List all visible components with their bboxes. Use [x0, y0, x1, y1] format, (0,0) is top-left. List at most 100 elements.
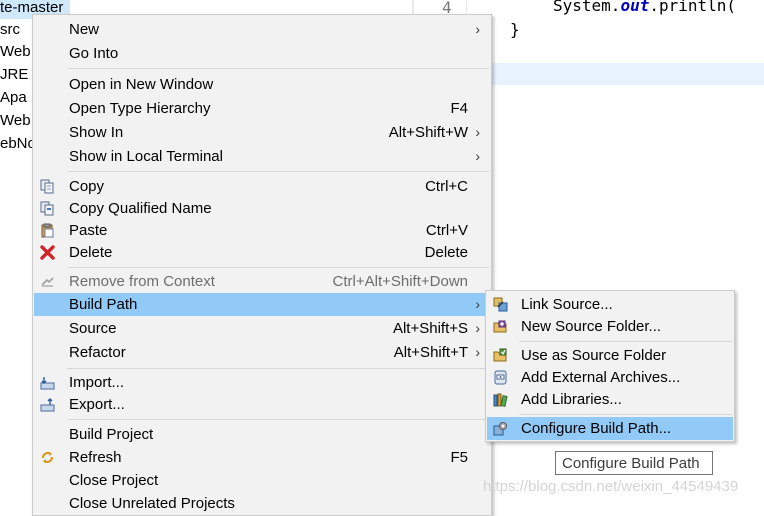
menu-item-refactor[interactable]: Refactor Alt+Shift+T › — [34, 341, 490, 364]
menu-item-build-path[interactable]: Build Path › — [34, 293, 490, 316]
current-line-highlight — [467, 63, 764, 85]
code-line: System.out.println( — [553, 0, 736, 15]
watermark: https://blog.csdn.net/weixin_44549439 — [483, 478, 739, 495]
submenu-arrow-icon: › — [475, 344, 480, 360]
menu-item-label: Close Project — [69, 472, 159, 489]
menu-item-label: Close Unrelated Projects — [69, 495, 235, 512]
submenu-item-use-as-source-folder[interactable]: Use as Source Folder — [487, 344, 733, 367]
menu-item-label: Copy — [69, 178, 105, 195]
menu-item-label: Build Path — [69, 296, 138, 313]
menu-item-label: Refresh — [69, 449, 122, 466]
menu-item-label: Refactor — [69, 344, 126, 361]
submenu-item-add-libraries[interactable]: Add Libraries... — [487, 388, 733, 411]
tree-item-web[interactable]: Web — [0, 41, 31, 63]
tree-item-apache[interactable]: Apa — [0, 87, 27, 109]
tree-item-label: Web — [0, 43, 31, 60]
menu-item-go-into[interactable]: Go Into — [34, 42, 490, 65]
submenu-item-configure-build-path[interactable]: Configure Build Path... — [487, 417, 733, 440]
tooltip: Configure Build Path — [555, 451, 713, 475]
menu-item-show-in[interactable]: Show In Alt+Shift+W › — [34, 121, 490, 144]
menu-item-label: Open in New Window — [69, 76, 214, 93]
import-icon — [40, 377, 55, 390]
menu-item-copy-qualified-name[interactable]: Copy Qualified Name — [34, 197, 490, 220]
menu-item-label: Link Source... — [521, 296, 613, 313]
menu-item-export[interactable]: Export... — [34, 393, 490, 416]
delete-icon — [40, 245, 55, 260]
remove-from-context-icon — [41, 277, 54, 287]
menu-item-shortcut: F5 — [450, 449, 468, 466]
link-source-icon — [493, 297, 508, 312]
menu-item-remove-from-context[interactable]: Remove from Context Ctrl+Alt+Shift+Down — [34, 270, 490, 293]
menu-item-close-unrelated-projects[interactable]: Close Unrelated Projects — [34, 492, 490, 515]
menu-item-label: Copy Qualified Name — [69, 200, 212, 217]
menu-separator — [67, 171, 489, 172]
menu-item-label: Delete — [69, 244, 113, 261]
menu-item-label: Show In — [69, 124, 124, 141]
code-keyword: out — [620, 0, 650, 15]
menu-item-label: Source — [69, 320, 117, 337]
menu-separator — [519, 341, 732, 342]
menu-item-label: Go Into — [69, 45, 119, 62]
configure-build-path-icon — [493, 422, 507, 436]
menu-item-copy[interactable]: Copy Ctrl+C — [34, 175, 490, 198]
menu-item-shortcut: Delete — [424, 244, 468, 261]
menu-separator — [67, 368, 489, 369]
tree-item-label: Web — [0, 112, 31, 129]
tree-item-webnode[interactable]: ebNo — [0, 133, 36, 155]
menu-item-source[interactable]: Source Alt+Shift+S › — [34, 317, 490, 340]
submenu-arrow-icon: › — [475, 124, 480, 140]
tree-item-label: ebNo — [0, 135, 36, 152]
tree-item-src[interactable]: src — [0, 19, 20, 41]
menu-item-label: Add Libraries... — [521, 391, 622, 408]
build-path-submenu: Link Source... New Source Folder... Use … — [485, 290, 735, 442]
menu-item-close-project[interactable]: Close Project — [34, 469, 490, 492]
menu-item-label: New — [69, 21, 100, 38]
menu-item-open-in-new-window[interactable]: Open in New Window — [34, 73, 490, 96]
add-libraries-icon — [493, 393, 508, 407]
menu-item-label: Build Project — [69, 426, 154, 443]
menu-item-shortcut: Ctrl+Alt+Shift+Down — [332, 273, 468, 290]
tree-item-label: Apa — [0, 89, 27, 106]
copy-icon — [40, 179, 54, 194]
submenu-arrow-icon: › — [475, 148, 480, 164]
menu-item-paste[interactable]: Paste Ctrl+V — [34, 219, 490, 242]
menu-item-label: Use as Source Folder — [521, 347, 667, 364]
tree-item-label: src — [0, 21, 20, 38]
submenu-arrow-icon: › — [475, 296, 480, 312]
menu-item-delete[interactable]: Delete Delete — [34, 241, 490, 264]
submenu-arrow-icon: › — [475, 320, 480, 336]
menu-item-show-in-local-terminal[interactable]: Show in Local Terminal › — [34, 145, 490, 168]
code-text: System. — [553, 0, 621, 15]
export-icon — [40, 398, 55, 412]
tree-item-web-2[interactable]: Web — [0, 110, 31, 132]
menu-item-label: Paste — [69, 222, 108, 239]
submenu-item-link-source[interactable]: Link Source... — [487, 293, 733, 316]
code-text: .println( — [649, 0, 737, 15]
menu-item-shortcut: Alt+Shift+T — [393, 344, 468, 361]
context-menu: New › Go Into Open in New Window Open Ty… — [32, 14, 492, 516]
menu-item-refresh[interactable]: Refresh F5 — [34, 446, 490, 469]
menu-item-new[interactable]: New › — [34, 18, 490, 41]
menu-item-shortcut: Ctrl+C — [425, 178, 468, 195]
refresh-icon — [41, 451, 54, 464]
menu-item-label: Open Type Hierarchy — [69, 100, 211, 117]
submenu-item-new-source-folder[interactable]: New Source Folder... — [487, 315, 733, 338]
submenu-arrow-icon: › — [475, 21, 480, 37]
menu-item-import[interactable]: Import... — [34, 371, 490, 394]
menu-item-shortcut: Alt+Shift+S — [392, 320, 468, 337]
copy-qualified-name-icon — [40, 201, 54, 216]
menu-item-label: New Source Folder... — [521, 318, 662, 335]
menu-separator — [67, 267, 489, 268]
menu-separator — [67, 68, 489, 69]
menu-separator — [67, 419, 489, 420]
menu-item-open-type-hierarchy[interactable]: Open Type Hierarchy F4 — [34, 97, 490, 120]
paste-icon — [41, 223, 54, 238]
menu-item-label: Export... — [69, 396, 125, 413]
menu-item-shortcut: Ctrl+V — [425, 222, 468, 239]
menu-item-label: Configure Build Path... — [521, 420, 672, 437]
menu-item-label: Show in Local Terminal — [69, 148, 223, 165]
menu-item-shortcut: Alt+Shift+W — [388, 124, 468, 141]
code-closing-brace: } — [510, 20, 520, 39]
submenu-item-add-external-archives[interactable]: Add External Archives... — [487, 366, 733, 389]
menu-item-build-project[interactable]: Build Project — [34, 423, 490, 446]
